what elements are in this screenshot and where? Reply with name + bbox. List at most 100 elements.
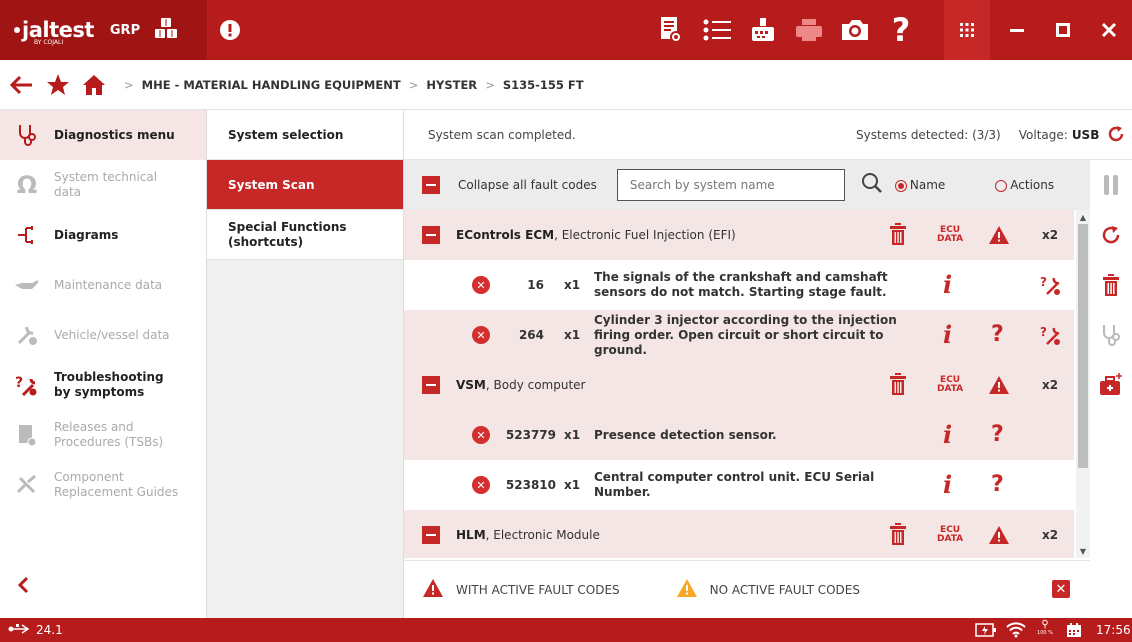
menu-item-system-scan[interactable]: System Scan	[207, 160, 403, 210]
active-fault-warning-icon[interactable]	[988, 525, 1010, 545]
system-description: , Body computer	[485, 378, 586, 392]
delete-all-icon[interactable]	[1090, 260, 1132, 310]
sidebar-item-label: Component Replacement Guides	[54, 470, 179, 499]
collapse-all-label: Collapse all fault codes	[458, 178, 597, 192]
scroll-thumb[interactable]	[1078, 224, 1088, 468]
print-icon[interactable]	[786, 0, 832, 60]
sidebar-item-label: Troubleshooting by symptoms	[54, 370, 164, 399]
scroll-down-icon[interactable]: ▼	[1076, 544, 1090, 558]
fault-occurrences: x1	[564, 428, 581, 442]
trash-icon[interactable]	[890, 523, 906, 545]
maximize-icon[interactable]	[1040, 0, 1086, 60]
legend: WITH ACTIVE FAULT CODES NO ACTIVE FAULT …	[404, 560, 1090, 618]
sidebar-item-troubleshooting[interactable]: ? Troubleshooting by symptoms	[0, 360, 206, 410]
ecu-data-icon[interactable]: ECU DATA	[937, 526, 963, 544]
add-case-icon[interactable]	[1090, 360, 1132, 410]
scroll-up-icon[interactable]: ▲	[1076, 210, 1090, 224]
minimize-icon[interactable]	[994, 0, 1040, 60]
collapse-system-button[interactable]	[422, 526, 440, 544]
sidebar-item-releases-tsbs[interactable]: Releases and Procedures (TSBs)	[0, 410, 206, 460]
collapse-all-button[interactable]	[422, 176, 440, 194]
system-search-input[interactable]	[616, 169, 845, 201]
report-icon[interactable]	[648, 0, 694, 60]
system-row[interactable]: VSM, Body computer ECU DATA x2	[404, 360, 1074, 410]
fault-description: Cylinder 3 injector according to the inj…	[594, 312, 897, 357]
info-icon[interactable]: i	[943, 320, 952, 349]
ecu-data-label: DATA	[937, 234, 964, 244]
sidebar-item-component-guides[interactable]: Component Replacement Guides	[0, 460, 206, 510]
collapse-system-button[interactable]	[422, 376, 440, 394]
battery-icon	[975, 622, 997, 641]
radio-name[interactable]: Name	[894, 178, 946, 192]
help-question-icon[interactable]: ?	[991, 322, 1004, 347]
help-question-icon[interactable]: ?	[991, 472, 1004, 497]
fault-row[interactable]: ✕ 523779 x1 Presence detection sensor. i…	[404, 410, 1074, 460]
apps-grid-icon[interactable]	[944, 0, 990, 60]
camera-icon[interactable]	[832, 0, 878, 60]
menu-item-special-functions[interactable]: Special Functions (shortcuts)	[207, 210, 403, 260]
sidebar-item-vehicle-data[interactable]: Vehicle/vessel data	[0, 310, 206, 360]
connector-icon[interactable]	[740, 0, 786, 60]
sidebar-item-diagnostics-menu[interactable]: Diagnostics menu	[0, 110, 206, 160]
wifi-icon	[1006, 622, 1026, 641]
scrollbar[interactable]: ▲ ▼	[1076, 210, 1090, 558]
system-row[interactable]: EControls ECM, Electronic Fuel Injection…	[404, 210, 1074, 260]
home-icon[interactable]	[76, 60, 112, 110]
fault-row[interactable]: ✕ 264 x1 Cylinder 3 injector according t…	[404, 310, 1074, 360]
collapse-sidebar-icon[interactable]	[8, 570, 38, 600]
ecu-data-icon[interactable]: ECU DATA	[937, 226, 963, 244]
fault-description: The signals of the crankshaft and camsha…	[594, 270, 888, 299]
document-icon	[14, 422, 40, 448]
radio-actions[interactable]: Actions	[995, 178, 1054, 192]
info-icon[interactable]: i	[943, 270, 952, 299]
help-icon[interactable]: ?	[878, 0, 924, 60]
repair-guide-icon[interactable]: ?	[1040, 324, 1062, 346]
active-fault-warning-icon[interactable]	[988, 225, 1010, 245]
sidebar-item-maintenance-data[interactable]: Maintenance data	[0, 260, 206, 310]
refresh-icon[interactable]	[1107, 125, 1125, 146]
active-fault-warning-icon[interactable]	[988, 375, 1010, 395]
rescan-icon[interactable]	[1090, 210, 1132, 260]
breadcrumb-item[interactable]: HYSTER	[426, 78, 477, 92]
breadcrumb-item[interactable]: S135-155 FT	[503, 78, 584, 92]
fault-row[interactable]: ✕ 523810 x1 Central computer control uni…	[404, 460, 1074, 510]
fault-code: 16	[527, 278, 544, 292]
radio-name-label: Name	[909, 178, 946, 192]
collapse-system-button[interactable]	[422, 226, 440, 244]
list-icon[interactable]	[694, 0, 740, 60]
info-icon[interactable]: i	[943, 420, 952, 449]
cubes-icon[interactable]	[154, 17, 178, 43]
back-arrow-icon[interactable]	[4, 60, 40, 110]
help-question-icon[interactable]: ?	[991, 422, 1004, 447]
pause-icon[interactable]	[1090, 160, 1132, 210]
zoom-value: 100 %	[1037, 630, 1053, 636]
system-description: , Electronic Fuel Injection (EFI)	[554, 228, 736, 242]
trash-icon[interactable]	[890, 373, 906, 395]
favorite-star-icon[interactable]	[40, 60, 76, 110]
calendar-icon[interactable]	[1066, 622, 1082, 641]
breadcrumb-item[interactable]: MHE - MATERIAL HANDLING EQUIPMENT	[142, 78, 401, 92]
menu-item-system-selection[interactable]: System selection	[207, 110, 403, 160]
alert-icon[interactable]	[207, 0, 253, 60]
zoom-indicator[interactable]: ⚲ 100 %	[1033, 619, 1057, 637]
info-icon[interactable]: i	[943, 470, 952, 499]
sidebar-item-label: Diagrams	[54, 228, 119, 242]
scan-panel: System scan completed. Collapse all faul…	[404, 110, 1132, 618]
sidebar-item-diagrams[interactable]: Diagrams	[0, 210, 206, 260]
sidebar-item-system-technical-data[interactable]: Ω System technical data	[0, 160, 206, 210]
diagnosis-icon[interactable]	[1090, 310, 1132, 360]
system-row[interactable]: HLM, Electronic Module ECU DATA x2	[404, 510, 1074, 558]
close-icon[interactable]	[1086, 0, 1132, 60]
close-panel-icon[interactable]: ✕	[1052, 580, 1070, 598]
usb-icon	[8, 623, 30, 638]
ecu-data-icon[interactable]: ECU DATA	[937, 376, 963, 394]
sidebar-item-label: System technical data	[54, 170, 158, 199]
search-icon[interactable]	[861, 172, 883, 198]
system-name: EControls ECM	[456, 228, 555, 242]
fault-occurrences: x1	[564, 278, 581, 292]
repair-guide-icon[interactable]: ?	[1040, 274, 1062, 296]
tools-icon	[14, 472, 40, 498]
system-fault-count: x2	[1042, 228, 1059, 242]
trash-icon[interactable]	[890, 223, 906, 245]
fault-row[interactable]: ✕ 16 x1 The signals of the crankshaft an…	[404, 260, 1074, 310]
